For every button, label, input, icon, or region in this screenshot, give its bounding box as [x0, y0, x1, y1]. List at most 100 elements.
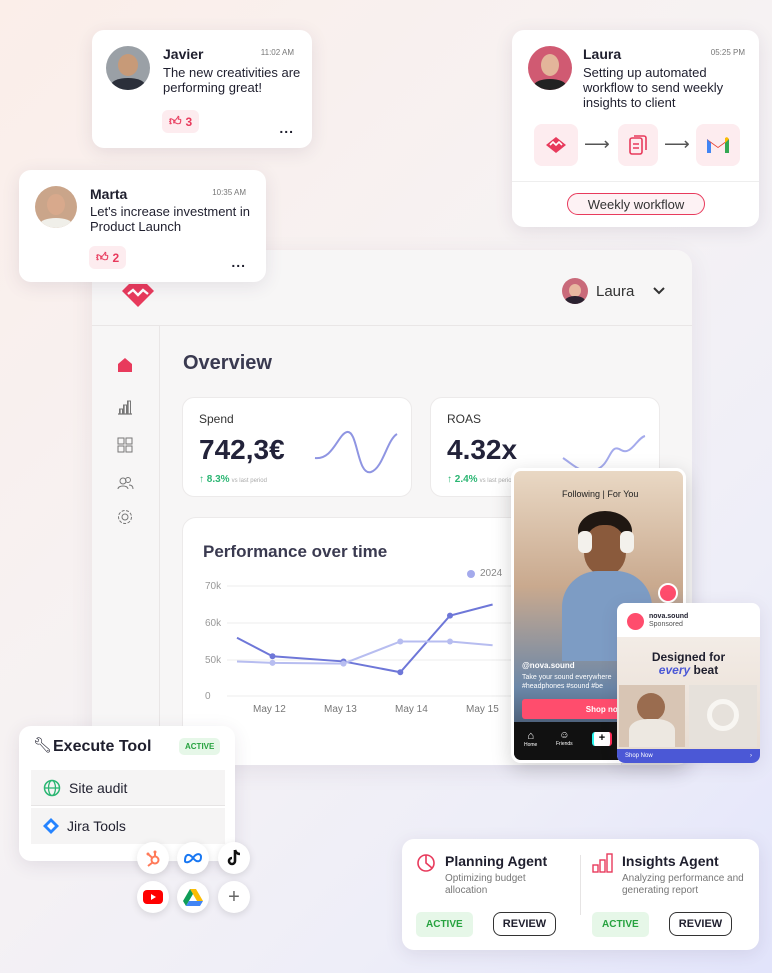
- arrow-right-icon: ⟶: [584, 134, 610, 154]
- document-icon: [618, 124, 658, 166]
- data-point: [447, 638, 453, 645]
- notification-laura[interactable]: Laura 05:25 PM Setting up automated work…: [512, 30, 759, 227]
- status-badge: ACTIVE: [416, 912, 473, 937]
- spend-card[interactable]: Spend 742,3€ ↑ 8.3% vs last period: [182, 397, 412, 497]
- review-button[interactable]: REVIEW: [493, 912, 556, 936]
- pie-chart-icon: [417, 854, 435, 872]
- gmail-icon: [696, 124, 740, 166]
- jira-icon: [43, 818, 59, 834]
- tool-item-site-audit[interactable]: Site audit: [31, 770, 225, 806]
- sidebar: [92, 326, 160, 765]
- agent-description: Analyzing performance and generating rep…: [622, 873, 744, 896]
- sparkline: [314, 431, 398, 474]
- ad-photo-person: [619, 685, 685, 747]
- metric-value: 742,3€: [199, 434, 285, 465]
- bar-chart-icon: [592, 853, 613, 873]
- ad-creative: Designed for every beat: [617, 637, 760, 749]
- timestamp: 11:02 AM: [260, 48, 294, 57]
- workflow-diagram: ⟶ ⟶: [534, 124, 744, 168]
- like-button[interactable]: 👍︎ 3: [162, 110, 200, 133]
- post-handle: @nova.sound: [522, 661, 575, 670]
- ad-sponsored: Sponsored: [649, 621, 683, 628]
- add-integration-button[interactable]: +: [218, 881, 250, 913]
- globe-icon: [43, 779, 61, 796]
- sender-name: Javier: [163, 46, 204, 62]
- x-tick-label: May 13: [324, 704, 357, 715]
- friends-icon: ☺: [559, 730, 570, 741]
- status-badge: ACTIVE: [179, 738, 221, 755]
- thumbs-up-icon: 👍︎: [96, 250, 109, 264]
- users-icon[interactable]: [116, 474, 134, 492]
- shop-now-button[interactable]: Shop now: [522, 699, 632, 719]
- more-button[interactable]: ...: [231, 254, 246, 270]
- google-drive-icon[interactable]: [177, 881, 209, 913]
- execute-tool-panel: 🔧︎ Execute Tool ACTIVE Site audit Jira T…: [19, 726, 235, 861]
- brand-logo-icon[interactable]: [120, 282, 156, 308]
- like-heart-icon[interactable]: [658, 583, 678, 603]
- chevron-right-icon: ›: [750, 753, 752, 759]
- post-caption: Take your sound everywhere #headphones #…: [522, 674, 612, 690]
- avatar: [528, 46, 572, 90]
- tool-item-jira[interactable]: Jira Tools: [31, 808, 225, 844]
- ad-headline: Designed for every beat: [651, 650, 726, 677]
- meta-icon[interactable]: [177, 842, 209, 874]
- sender-name: Laura: [583, 46, 622, 62]
- agent-description: Optimizing budget allocation: [445, 873, 526, 896]
- timestamp: 05:25 PM: [710, 48, 745, 57]
- message-text: Setting up automated workflow to send we…: [583, 65, 724, 110]
- x-tick-label: May 14: [395, 704, 428, 715]
- metric-value: 4.32x: [447, 434, 518, 465]
- y-tick-label: 0: [205, 691, 211, 702]
- ad-photo-headphones: [689, 685, 757, 747]
- panel-title: Execute Tool: [53, 738, 152, 755]
- nav-home[interactable]: ⌂ Home: [524, 730, 537, 748]
- feed-tabs[interactable]: Following | For You: [562, 489, 638, 499]
- x-tick-label: May 15: [466, 704, 499, 715]
- data-point: [397, 638, 404, 645]
- settings-icon[interactable]: [116, 508, 134, 526]
- avatar: [562, 278, 588, 304]
- ad-brand-name: nova.sound: [649, 613, 689, 620]
- x-tick-label: May 12: [253, 704, 286, 715]
- notification-javier[interactable]: Javier 11:02 AM The new creativities are…: [92, 30, 312, 148]
- metric-label: ROAS: [447, 412, 482, 426]
- user-menu[interactable]: Laura: [562, 278, 666, 304]
- thumbs-up-icon: 👍︎: [169, 114, 182, 128]
- y-tick-label: 50k: [205, 655, 222, 666]
- grid-icon[interactable]: [116, 436, 134, 454]
- y-tick-label: 60k: [205, 618, 222, 629]
- chevron-down-icon: [653, 287, 666, 295]
- agent-name: Insights Agent: [622, 853, 719, 869]
- create-icon[interactable]: +: [592, 732, 612, 746]
- brand-logo-icon: [534, 124, 578, 166]
- avatar: [35, 186, 77, 228]
- sender-name: Marta: [90, 186, 128, 202]
- like-button[interactable]: 👍︎ 2: [89, 246, 127, 269]
- home-icon: ⌂: [527, 730, 534, 742]
- ad-brand-avatar: [627, 613, 644, 630]
- more-button[interactable]: ...: [279, 120, 294, 136]
- sponsored-ad[interactable]: nova.sound Sponsored Designed for every …: [617, 603, 760, 763]
- tiktok-icon[interactable]: [218, 842, 250, 874]
- metric-delta: ↑ 2.4% vs last period: [447, 474, 515, 485]
- youtube-icon[interactable]: [137, 881, 169, 913]
- wrench-icon: 🔧︎: [33, 737, 53, 754]
- y-tick-label: 70k: [205, 581, 222, 592]
- notification-marta[interactable]: Marta 10:35 AM Let's increase investment…: [19, 170, 266, 282]
- avatar: [106, 46, 150, 90]
- home-icon[interactable]: [116, 356, 134, 374]
- page-title: Overview: [183, 352, 272, 374]
- message-text: The new creativities are performing grea…: [163, 65, 301, 95]
- bar-chart-icon[interactable]: [116, 398, 134, 416]
- data-point: [269, 653, 276, 660]
- hubspot-icon[interactable]: [137, 842, 169, 874]
- nav-friends[interactable]: ☺ Friends: [556, 730, 573, 747]
- review-button[interactable]: REVIEW: [669, 912, 732, 936]
- message-text: Let's increase investment in Product Lau…: [90, 204, 251, 234]
- ad-cta-bar[interactable]: Shop Now ›: [617, 749, 760, 763]
- metric-label: Spend: [199, 412, 234, 426]
- weekly-workflow-button[interactable]: Weekly workflow: [567, 193, 705, 215]
- user-name: Laura: [596, 282, 635, 300]
- data-point: [397, 669, 404, 676]
- chart-title: Performance over time: [203, 542, 388, 561]
